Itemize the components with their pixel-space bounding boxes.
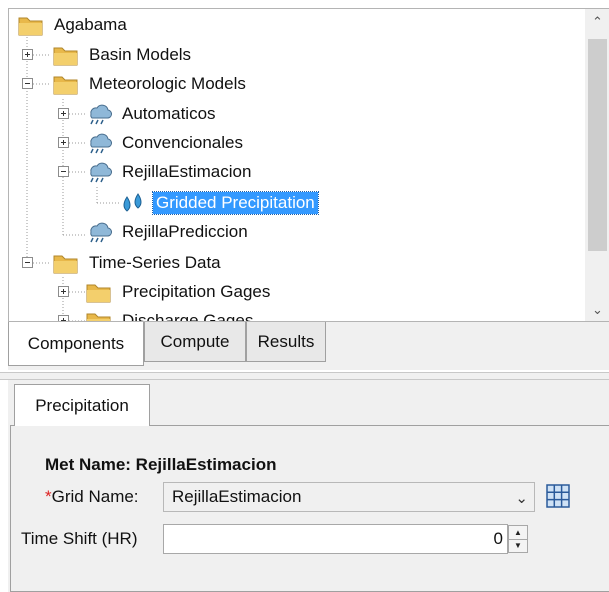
tree-label: Basin Models — [89, 45, 192, 64]
tree-item-gridded-precipitation[interactable]: Gridded Precipitation — [119, 189, 319, 217]
folder-icon — [85, 309, 113, 321]
tree-label: Agabama — [54, 15, 127, 34]
collapse-toggle[interactable] — [22, 257, 33, 268]
expand-toggle[interactable] — [58, 286, 69, 297]
editor-body: Met Name: RejillaEstimacion *Grid Name: … — [10, 425, 609, 592]
tree-item-convencionales[interactable]: Convencionales — [85, 129, 246, 157]
folder-icon — [52, 72, 80, 96]
tree-label: Meteorologic Models — [89, 74, 246, 93]
collapse-toggle[interactable] — [58, 166, 69, 177]
component-tree[interactable]: Agabama Basin Models Meteorologic Models… — [8, 8, 609, 322]
expand-toggle[interactable] — [58, 137, 69, 148]
rain-cloud-icon — [85, 131, 113, 155]
tab-precipitation[interactable]: Precipitation — [14, 384, 150, 426]
chevron-down-icon: ⌄ — [515, 490, 528, 507]
grid-icon — [546, 484, 570, 508]
tree-scrollbar[interactable]: ⌃ ⌄ — [585, 9, 609, 321]
tree-item-automaticos[interactable]: Automaticos — [85, 100, 219, 128]
met-name-heading: Met Name: RejillaEstimacion — [45, 455, 277, 474]
spinner-up-icon[interactable]: ▲ — [509, 526, 527, 540]
tree-item-basin-models[interactable]: Basin Models — [52, 41, 194, 69]
spinner-down-icon[interactable]: ▼ — [509, 540, 527, 553]
scroll-up-arrow-icon[interactable]: ⌃ — [585, 11, 609, 33]
time-shift-spinner[interactable]: ▲ ▼ — [508, 525, 528, 553]
tree-label: Automaticos — [122, 104, 216, 123]
rain-cloud-icon — [85, 160, 113, 184]
folder-icon — [85, 280, 113, 304]
tab-components[interactable]: Components — [8, 322, 144, 366]
folder-icon — [17, 13, 45, 37]
expand-toggle[interactable] — [58, 315, 69, 321]
time-shift-input[interactable]: 0 — [163, 524, 508, 554]
time-shift-label: Time Shift (HR) — [21, 529, 138, 548]
tree-item-rejillaestimacion[interactable]: RejillaEstimacion — [85, 158, 254, 186]
grid-name-select[interactable]: RejillaEstimacion ⌄ — [163, 482, 535, 512]
tree-label: Convencionales — [122, 133, 243, 152]
splitter[interactable] — [0, 372, 609, 380]
folder-icon — [52, 43, 80, 67]
tree-item-precipitation-gages[interactable]: Precipitation Gages — [85, 278, 273, 306]
tree-label-selected: Gridded Precipitation — [152, 191, 319, 215]
tab-compute[interactable]: Compute — [144, 322, 246, 362]
scroll-thumb[interactable] — [588, 39, 607, 251]
grid-manager-button[interactable] — [545, 483, 571, 509]
expand-toggle[interactable] — [58, 108, 69, 119]
water-drops-icon — [119, 191, 147, 215]
expand-toggle[interactable] — [22, 49, 33, 60]
tree-label: Discharge Gages — [122, 311, 254, 322]
scroll-down-arrow-icon[interactable]: ⌄ — [585, 299, 609, 321]
grid-name-value: RejillaEstimacion — [172, 487, 302, 506]
rain-cloud-icon — [85, 220, 113, 244]
tab-results[interactable]: Results — [246, 322, 326, 362]
required-marker: * — [45, 487, 52, 506]
tree-label: RejillaPrediccion — [122, 222, 248, 241]
collapse-toggle[interactable] — [22, 78, 33, 89]
tree-label: RejillaEstimacion — [122, 162, 252, 181]
tree-item-rejillaprediccion[interactable]: RejillaPrediccion — [85, 218, 251, 246]
tree-item-meteorologic-models[interactable]: Meteorologic Models — [52, 70, 249, 98]
tree-item-discharge-gages[interactable]: Discharge Gages — [85, 307, 256, 322]
rain-cloud-icon — [85, 102, 113, 126]
tree-item-time-series-data[interactable]: Time-Series Data — [52, 249, 224, 277]
component-editor: Precipitation Met Name: RejillaEstimacio… — [8, 380, 609, 592]
grid-name-label: *Grid Name: — [45, 487, 139, 507]
tree-item-agabama[interactable]: Agabama — [17, 11, 130, 39]
tree-label: Precipitation Gages — [122, 282, 271, 301]
explorer-tab-strip: Components Compute Results — [8, 322, 609, 370]
tree-label: Time-Series Data — [89, 253, 221, 272]
grid-name-label-text: Grid Name: — [51, 487, 139, 506]
folder-icon — [52, 251, 80, 275]
time-shift-value: 0 — [493, 529, 503, 548]
